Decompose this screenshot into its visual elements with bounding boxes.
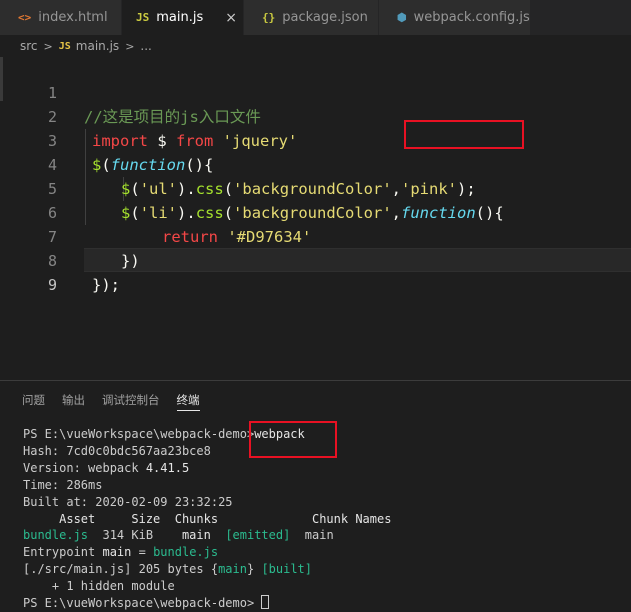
terminal-text: 4.41.5 [145,460,190,475]
chevron-right-icon: > [43,39,53,53]
code-token: }); [92,276,120,294]
terminal-line: Time: 286ms [23,477,103,492]
terminal-text: main [102,545,132,560]
code-line-6: 6 return '#D97634' [0,177,631,246]
tab-label: index.html [38,10,108,25]
tab-package-json[interactable]: {} package.json [244,0,379,35]
tab-main-js[interactable]: JS main.js × [122,0,244,35]
tab-terminal[interactable]: 终端 [176,389,200,411]
terminal-line: Version: webpack 4.41.5 [23,460,623,477]
terminal-line: bundle.js 314 KiB main [emitted] main [23,527,623,544]
code-line-2: 2 import $ from 'jquery' [0,81,631,150]
terminal-text: [emitted] [225,528,291,543]
editor-tab-bar: <> index.html JS main.js × {} package.js… [0,0,631,35]
terminal-text: Entrypoint [23,545,103,560]
code-line-8: 8 }); [0,225,631,294]
code-line-9: 9 [0,249,631,294]
terminal-line: Built at: 2020-02-09 23:32:25 [23,494,233,509]
terminal-text: = [131,545,154,560]
terminal-prompt: PS E:\vueWorkspace\webpack-demo> [23,427,255,441]
tab-index-html[interactable]: <> index.html [0,0,122,35]
terminal-cursor [261,595,270,610]
terminal-line: Asset Size Chunks Chunk Names [23,511,392,526]
code-line-7: 7 }) [0,201,631,270]
terminal-text: bundle.js [23,528,89,543]
line-number: 9 [47,276,57,294]
close-icon[interactable]: × [225,10,237,26]
terminal-text: 205 bytes { [131,562,219,577]
terminal-line: PS E:\vueWorkspace\webpack-demo> [23,595,623,612]
terminal-line: + 1 hidden module [23,579,175,594]
tab-output[interactable]: 输出 [62,389,85,411]
js-file-icon: JS [58,40,71,52]
terminal-text: main [181,528,211,543]
code-line-3: 3 $(function(){ [0,105,631,174]
terminal-prompt: PS E:\vueWorkspace\webpack-demo> [23,596,262,611]
terminal-text: } [246,562,262,577]
breadcrumb-more[interactable]: ... [140,39,151,53]
terminal-line: [./src/main.js] 205 bytes {main} [built] [23,561,623,578]
code-editor[interactable]: 1 //这是项目的js入口文件 2 import $ from 'jquery'… [0,57,631,380]
code-line-4: 4 $('ul').css('backgroundColor','pink'); [0,129,631,198]
terminal-text: main [218,562,247,577]
chevron-right-icon: > [125,39,135,53]
code-line-5: 5 $('li').css('backgroundColor',function… [0,153,631,222]
tab-problems[interactable]: 问题 [22,389,45,411]
json-file-icon: {} [262,11,276,24]
annotation-highlight-box [249,421,337,458]
terminal-text: 314 KiB [88,528,182,543]
terminal-text: main [304,528,334,543]
panel-tab-bar: 问题 输出 调试控制台 终端 [0,381,631,419]
annotation-highlight-box [404,120,524,149]
breadcrumb-file[interactable]: main.js [76,39,119,53]
terminal-text: Version: webpack [23,460,146,475]
breadcrumb: src > JS main.js > ... [0,35,631,57]
tab-webpack-config-js[interactable]: ⬢ webpack.config.js [379,0,531,35]
terminal-text: [./src/main.js] [23,562,132,577]
js-file-icon: JS [136,11,150,24]
code-line-1: 1 //这是项目的js入口文件 [0,57,631,126]
terminal-line: Entrypoint main = bundle.js [23,544,623,561]
bottom-panel: 问题 输出 调试控制台 终端 PS E:\vueWorkspace\webpac… [0,380,631,612]
tab-debug-console[interactable]: 调试控制台 [102,389,160,411]
tab-label: webpack.config.js [413,10,530,25]
terminal-text: bundle.js [153,545,219,560]
tab-label: package.json [282,10,368,25]
breadcrumb-folder[interactable]: src [20,39,38,53]
terminal-text: [built] [261,562,313,577]
html-file-icon: <> [18,11,32,24]
webpack-file-icon: ⬢ [397,11,407,24]
tab-label: main.js [156,10,204,25]
